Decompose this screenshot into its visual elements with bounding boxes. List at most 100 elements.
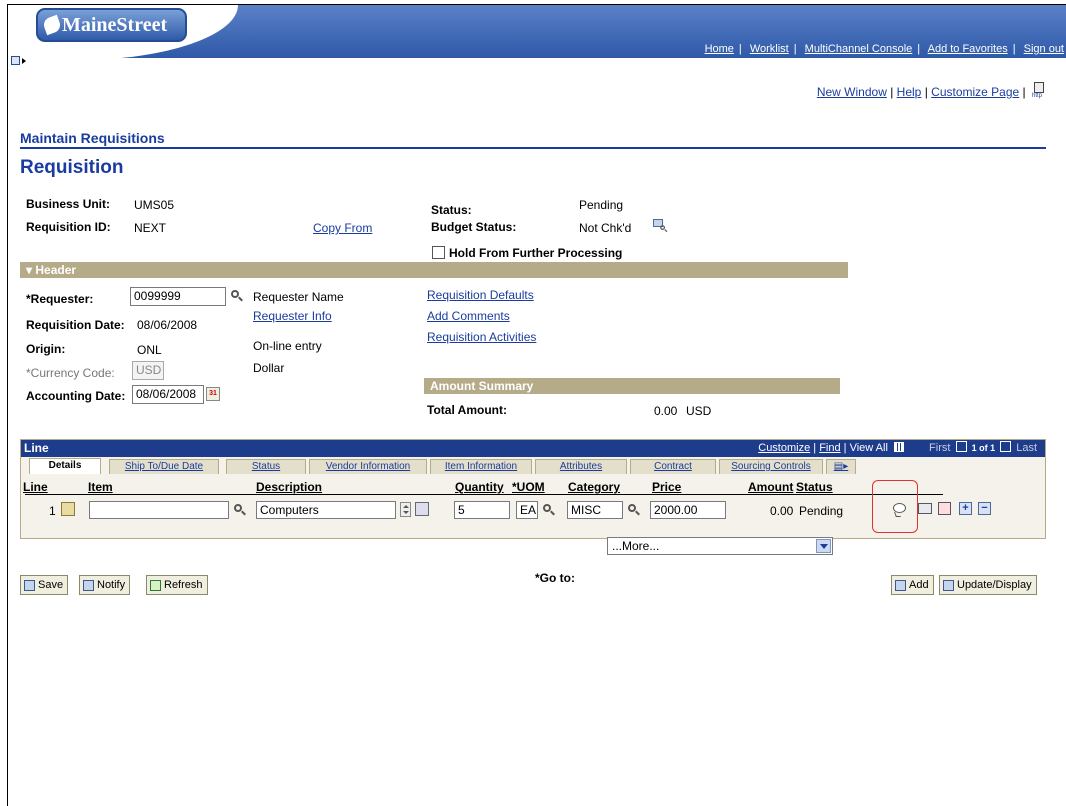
requisition-defaults-link[interactable]: Requisition Defaults (427, 288, 534, 302)
view-all-link[interactable]: View All (850, 442, 888, 454)
tab-sourcing-controls[interactable]: Sourcing Controls (719, 459, 823, 474)
component-title: Maintain Requisitions (20, 130, 165, 146)
tab-attributes[interactable]: Attributes (535, 459, 627, 474)
tab-status[interactable]: Status (226, 459, 306, 474)
line-detail-icon[interactable] (61, 502, 75, 516)
quantity-input[interactable]: 5 (454, 501, 510, 519)
accounting-date-input[interactable]: 08/06/2008 (132, 385, 204, 404)
update-display-button[interactable]: Update/Display (939, 575, 1037, 595)
status-value: Pending (579, 198, 624, 212)
refresh-button[interactable]: Refresh (146, 575, 208, 595)
goto-label: *Go to: (535, 571, 575, 585)
notify-button[interactable]: Notify (79, 575, 131, 595)
requester-lookup-icon[interactable] (230, 289, 243, 302)
amount-value: 0.00 (770, 504, 794, 518)
book-icon[interactable] (918, 503, 932, 514)
help-link[interactable]: Help (897, 85, 922, 99)
home-link[interactable]: Home (705, 43, 734, 55)
multichannel-console-link[interactable]: MultiChannel Console (805, 43, 913, 55)
total-amount-label: Total Amount: (427, 403, 507, 417)
add-to-favorites-link[interactable]: Add to Favorites (928, 43, 1008, 55)
grid-find-link[interactable]: Find (819, 442, 840, 454)
requisition-date-value: 08/06/2008 (137, 318, 198, 332)
item-lookup-icon[interactable] (233, 503, 246, 516)
add-row-button[interactable]: + (959, 502, 972, 515)
grid-customize-link[interactable]: Customize (758, 442, 810, 454)
amount-summary-bar: Amount Summary (424, 378, 840, 394)
page-info: 1 of 1 (971, 443, 996, 453)
hold-label: Hold From Further Processing (449, 246, 623, 260)
comment-bubble-icon[interactable] (893, 503, 906, 513)
next-icon[interactable] (1000, 441, 1012, 452)
requester-name: Requester Name (253, 290, 344, 304)
banner: MaineStreet Home | Worklist | MultiChannel… (8, 5, 1066, 60)
business-unit-value: UMS05 (134, 198, 175, 212)
requisition-activities-link[interactable]: Requisition Activities (427, 330, 536, 344)
column-line[interactable]: Line (23, 480, 48, 494)
title-divider (20, 147, 1046, 149)
prev-icon[interactable] (955, 441, 967, 452)
show-all-columns-icon[interactable]: ▤▸ (826, 459, 856, 474)
line-status-value: Pending (799, 504, 844, 518)
grid-navigation: Customize | Find | View All First 1 of 1… (758, 441, 1037, 454)
column-price[interactable]: Price (652, 480, 681, 494)
tab-ship-to-due-date[interactable]: Ship To/Due Date (109, 459, 219, 474)
page-title: Requisition (20, 157, 124, 178)
column-quantity[interactable]: Quantity (455, 480, 504, 494)
tab-details[interactable]: Details (29, 458, 101, 474)
delete-row-button[interactable]: − (978, 502, 991, 515)
requester-info-link[interactable]: Requester Info (253, 309, 332, 323)
tab-contract[interactable]: Contract (630, 459, 716, 474)
requester-input[interactable]: 0099999 (130, 287, 226, 306)
requisition-date-label: Requisition Date: (26, 318, 125, 332)
column-amount[interactable]: Amount (748, 480, 793, 494)
description-expand-icon[interactable] (400, 502, 411, 517)
mainestreet-logo: MaineStreet (36, 8, 187, 42)
currency-description: Dollar (253, 361, 285, 375)
column-uom[interactable]: *UOM (512, 480, 545, 494)
copy-from-link[interactable]: Copy From (313, 221, 372, 235)
chevron-down-icon[interactable] (816, 539, 831, 553)
new-window-link[interactable]: New Window (817, 85, 887, 99)
column-item[interactable]: Item (88, 480, 113, 494)
column-category[interactable]: Category (568, 480, 620, 494)
budget-status-value: Not Chk'd (579, 221, 632, 235)
line-tabs: Details Ship To/Due Date Status Vendor I… (21, 457, 1045, 474)
total-amount-value: 0.00 (654, 404, 678, 418)
column-status[interactable]: Status (796, 480, 833, 494)
uom-input[interactable]: EA (516, 501, 538, 519)
save-button[interactable]: Save (20, 575, 69, 595)
goto-select[interactable]: ...More... (607, 537, 833, 555)
requisition-id-value: NEXT (134, 221, 167, 235)
item-search-icon[interactable] (415, 502, 429, 516)
worklist-link[interactable]: Worklist (750, 43, 789, 55)
tab-item-information[interactable]: Item Information (430, 459, 532, 474)
budget-check-icon[interactable] (653, 219, 668, 233)
sign-out-link[interactable]: Sign out (1024, 43, 1064, 55)
price-input[interactable]: 2000.00 (650, 501, 726, 519)
origin-label: Origin: (26, 342, 66, 356)
hold-checkbox[interactable] (432, 246, 445, 259)
update-display-icon (943, 579, 954, 591)
add-comments-link[interactable]: Add Comments (427, 309, 510, 323)
category-input[interactable]: MISC (567, 501, 623, 519)
last-label: Last (1016, 442, 1037, 454)
http-link-icon[interactable]: http (1032, 82, 1046, 100)
item-input[interactable] (89, 501, 229, 519)
column-description[interactable]: Description (256, 480, 322, 494)
business-unit-label: Business Unit: (26, 197, 111, 211)
header-section-bar[interactable]: ▾ Header (20, 262, 848, 278)
customize-page-link[interactable]: Customize Page (931, 85, 1019, 99)
schedule-icon[interactable] (938, 502, 951, 515)
calendar-icon[interactable]: 31 (206, 387, 220, 401)
uom-lookup-icon[interactable] (542, 503, 555, 516)
first-label: First (929, 442, 951, 454)
add-button[interactable]: Add (891, 575, 934, 595)
tab-vendor-information[interactable]: Vendor Information (309, 459, 427, 474)
category-lookup-icon[interactable] (627, 503, 640, 516)
line-grid-header: Line Customize | Find | View All First 1… (21, 440, 1045, 457)
description-input[interactable]: Computers (256, 501, 396, 519)
requester-label: *Requester: (26, 292, 94, 306)
menu-toggle-icon[interactable] (11, 55, 26, 67)
grid-download-icon[interactable] (893, 442, 904, 452)
